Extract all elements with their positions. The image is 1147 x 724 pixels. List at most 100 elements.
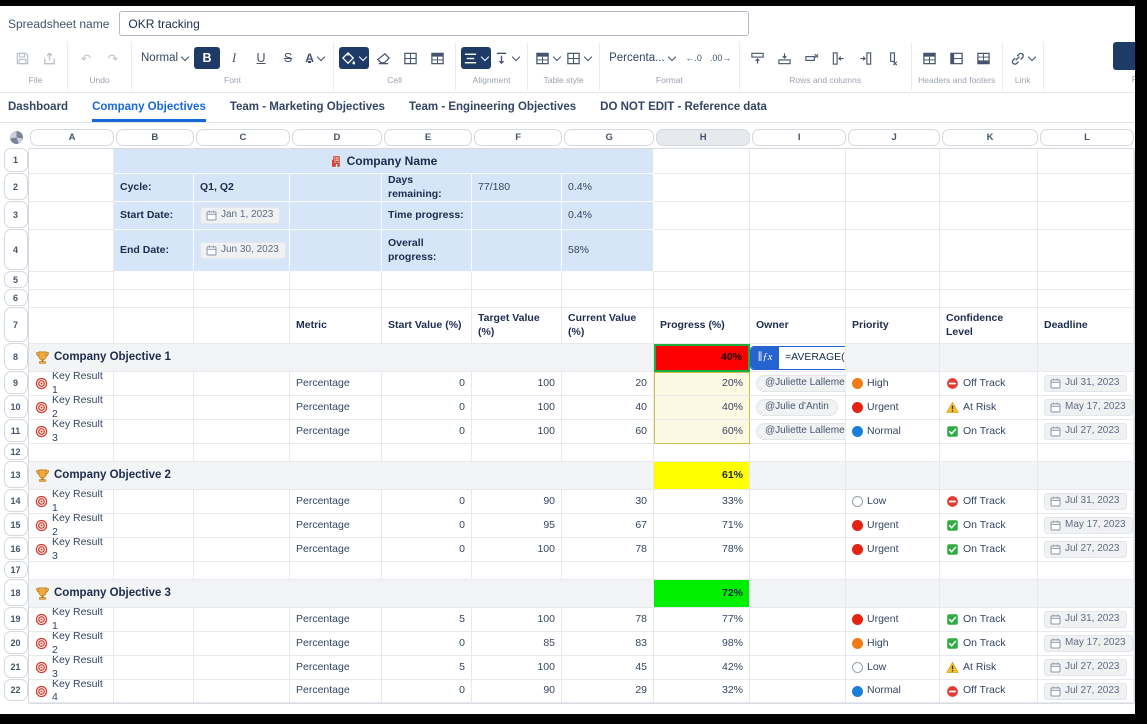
cell-H19[interactable]: 77% [654, 608, 750, 632]
row-header-20[interactable]: 20 [4, 631, 28, 654]
save-icon[interactable] [9, 47, 35, 69]
cell-I20[interactable] [750, 632, 846, 656]
cell-F22[interactable]: 90 [472, 680, 562, 703]
cell-J10[interactable]: Urgent [846, 396, 940, 420]
cell-L22[interactable]: Jul 27, 2023 [1038, 680, 1134, 703]
date-pill[interactable]: Jan 1, 2023 [200, 207, 280, 224]
cell-J5[interactable] [846, 272, 940, 290]
cell-G11[interactable]: 60 [562, 420, 654, 444]
underline-button[interactable]: U [248, 47, 274, 69]
column-header-I[interactable]: I [752, 129, 846, 146]
table-style-button[interactable] [533, 47, 563, 69]
cell-J7[interactable]: Priority [846, 308, 940, 344]
cell-K12[interactable] [940, 444, 1038, 462]
date-pill[interactable]: Jul 31, 2023 [1044, 493, 1127, 510]
cell-J21[interactable]: Low [846, 656, 940, 680]
cell-F10[interactable]: 100 [472, 396, 562, 420]
cell-L6[interactable] [1038, 290, 1134, 308]
cell-A6[interactable] [29, 290, 114, 308]
cell-J2[interactable] [846, 174, 940, 202]
cell-H22[interactable]: 32% [654, 680, 750, 703]
cell-F9[interactable]: 100 [472, 372, 562, 396]
cell-J8[interactable] [846, 344, 940, 372]
cell-J16[interactable]: Urgent [846, 538, 940, 562]
insert-row-above-icon[interactable] [745, 47, 771, 69]
cell-L16[interactable]: Jul 27, 2023 [1038, 538, 1134, 562]
cell-B3[interactable]: Start Date: [114, 202, 194, 230]
insert-column-left-icon[interactable] [826, 47, 852, 69]
cell-F14[interactable]: 90 [472, 490, 562, 514]
cell-K9[interactable]: Off Track [940, 372, 1038, 396]
cell-G20[interactable]: 83 [562, 632, 654, 656]
cell-D5[interactable] [290, 272, 382, 290]
cell-K3[interactable] [940, 202, 1038, 230]
cell-D20[interactable]: Percentage [290, 632, 382, 656]
cell-J19[interactable]: Urgent [846, 608, 940, 632]
cell-E6[interactable] [382, 290, 472, 308]
increase-decimal-icon[interactable]: .00→ [708, 47, 734, 69]
cell-C6[interactable] [194, 290, 290, 308]
cell-C9[interactable] [194, 372, 290, 396]
delete-column-icon[interactable] [880, 47, 906, 69]
cell-J13[interactable] [846, 462, 940, 490]
cell-H20[interactable]: 98% [654, 632, 750, 656]
cell-H12[interactable] [654, 444, 750, 462]
cell-I13[interactable] [750, 462, 846, 490]
cell-E7[interactable]: Start Value (%) [382, 308, 472, 344]
cell-J14[interactable]: Low [846, 490, 940, 514]
cell-A22[interactable]: Key Result 4 [29, 680, 114, 703]
cell-G15[interactable]: 67 [562, 514, 654, 538]
cell-K16[interactable]: On Track [940, 538, 1038, 562]
cell-J18[interactable] [846, 580, 940, 608]
cell-A9[interactable]: Key Result 1 [29, 372, 114, 396]
cell-B19[interactable] [114, 608, 194, 632]
cell-L1[interactable] [1038, 149, 1134, 174]
cell-H11[interactable]: 60% [654, 420, 750, 444]
cell-L8[interactable] [1038, 344, 1134, 372]
row-header-7[interactable]: 7 [4, 307, 28, 342]
row-header-11[interactable]: 11 [4, 419, 28, 442]
cell-K6[interactable] [940, 290, 1038, 308]
cell-B2[interactable]: Cycle: [114, 174, 194, 202]
row-header-17[interactable]: 17 [4, 561, 28, 578]
column-header-K[interactable]: K [942, 129, 1038, 146]
column-header-D[interactable]: D [292, 129, 382, 146]
cell-L3[interactable] [1038, 202, 1134, 230]
cell-B12[interactable] [114, 444, 194, 462]
cell-L19[interactable]: Jul 31, 2023 [1038, 608, 1134, 632]
column-header-G[interactable]: G [564, 129, 654, 146]
cell-D4[interactable] [290, 230, 382, 272]
cell-G7[interactable]: Current Value (%) [562, 308, 654, 344]
spreadsheet-name-input[interactable] [119, 11, 749, 36]
cell-G17[interactable] [562, 562, 654, 580]
cell-L21[interactable]: Jul 27, 2023 [1038, 656, 1134, 680]
cell-C3[interactable]: Jan 1, 2023 [194, 202, 290, 230]
cell-C10[interactable] [194, 396, 290, 420]
cell-I17[interactable] [750, 562, 846, 580]
date-pill[interactable]: May 17, 2023 [1044, 635, 1133, 652]
cell-A15[interactable]: Key Result 2 [29, 514, 114, 538]
cell-F4[interactable] [472, 230, 562, 272]
cell-C20[interactable] [194, 632, 290, 656]
cell-F19[interactable]: 100 [472, 608, 562, 632]
row-header-16[interactable]: 16 [4, 537, 28, 560]
row-header-5[interactable]: 5 [4, 271, 28, 288]
cell-B21[interactable] [114, 656, 194, 680]
date-pill[interactable]: May 17, 2023 [1044, 399, 1133, 416]
formula-button-cut[interactable] [1113, 42, 1135, 70]
column-header-J[interactable]: J [848, 129, 940, 146]
cell-C21[interactable] [194, 656, 290, 680]
cell-L10[interactable]: May 17, 2023 [1038, 396, 1134, 420]
cell-G16[interactable]: 78 [562, 538, 654, 562]
cell-G21[interactable]: 45 [562, 656, 654, 680]
cell-J3[interactable] [846, 202, 940, 230]
column-header-C[interactable]: C [196, 129, 290, 146]
cell-H1[interactable] [654, 149, 750, 174]
cell-E5[interactable] [382, 272, 472, 290]
row-header-2[interactable]: 2 [4, 173, 28, 200]
cell-B7[interactable] [114, 308, 194, 344]
formula-input[interactable]: =AVERAGE(H9:H11) [779, 347, 846, 369]
cell-K11[interactable]: On Track [940, 420, 1038, 444]
cell-L11[interactable]: Jul 27, 2023 [1038, 420, 1134, 444]
cell-L20[interactable]: May 17, 2023 [1038, 632, 1134, 656]
